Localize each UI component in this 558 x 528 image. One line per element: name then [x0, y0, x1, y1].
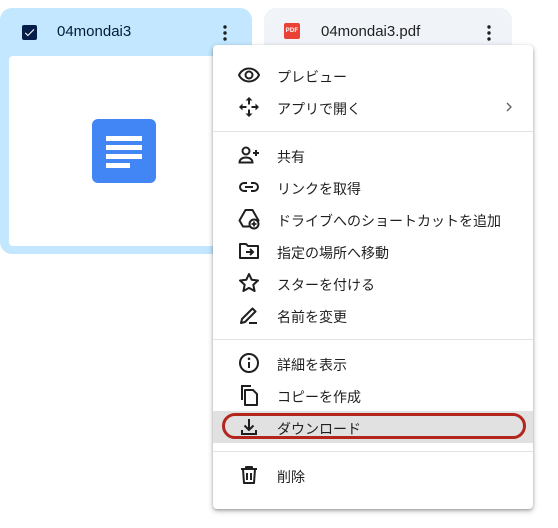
menu-item-label: スターを付ける — [277, 277, 375, 293]
move-folder-icon — [237, 239, 261, 263]
menu-item-label: リンクを取得 — [277, 181, 361, 197]
drive-shortcut-icon — [237, 207, 261, 231]
menu-item-move[interactable]: 指定の場所へ移動 — [213, 235, 533, 267]
menu-item-label: 詳細を表示 — [277, 357, 347, 373]
trash-icon — [237, 463, 261, 487]
file-thumbnail[interactable] — [9, 56, 243, 246]
menu-item-open-with[interactable]: アプリで開く — [213, 91, 533, 123]
file-name: 04mondai3 — [57, 23, 132, 40]
menu-item-label: コピーを作成 — [277, 389, 361, 405]
eye-icon — [237, 63, 261, 87]
menu-item-share[interactable]: 共有 — [213, 139, 533, 171]
google-docs-icon — [92, 119, 156, 183]
menu-item-preview[interactable]: プレビュー — [213, 59, 533, 91]
menu-divider — [213, 339, 533, 340]
open-with-icon — [237, 95, 261, 119]
menu-item-label: プレビュー — [277, 69, 347, 85]
copy-icon — [237, 383, 261, 407]
menu-item-details[interactable]: 詳細を表示 — [213, 347, 533, 379]
menu-item-label: アプリで開く — [277, 101, 361, 117]
selection-checkbox[interactable] — [22, 25, 37, 40]
menu-item-label: 指定の場所へ移動 — [277, 245, 389, 261]
star-icon — [237, 271, 261, 295]
info-icon — [237, 351, 261, 375]
menu-item-get-link[interactable]: リンクを取得 — [213, 171, 533, 203]
menu-item-label: 削除 — [277, 469, 305, 485]
menu-item-delete[interactable]: 削除 — [213, 459, 533, 491]
file-name: 04mondai3.pdf — [321, 23, 421, 40]
more-vert-icon — [487, 25, 491, 41]
menu-item-label: 共有 — [277, 149, 305, 165]
check-icon — [24, 29, 35, 37]
menu-item-label: 名前を変更 — [277, 309, 347, 325]
more-actions-button[interactable] — [213, 21, 237, 45]
menu-item-label: ドライブへのショートカットを追加 — [277, 213, 501, 229]
context-menu: プレビュー アプリで開く 共有 リンクを取得 ドライブへのショートカットを追加 … — [213, 45, 533, 509]
annotation-highlight-ring — [222, 413, 526, 439]
menu-item-rename[interactable]: 名前を変更 — [213, 299, 533, 331]
chevron-right-icon — [506, 102, 512, 112]
pencil-icon — [237, 303, 261, 327]
pdf-icon: PDF — [284, 23, 300, 39]
menu-divider — [213, 131, 533, 132]
menu-divider — [213, 451, 533, 452]
more-vert-icon — [223, 25, 227, 41]
menu-item-star[interactable]: スターを付ける — [213, 267, 533, 299]
person-add-icon — [237, 143, 261, 167]
menu-item-make-copy[interactable]: コピーを作成 — [213, 379, 533, 411]
menu-item-add-shortcut[interactable]: ドライブへのショートカットを追加 — [213, 203, 533, 235]
link-icon — [237, 175, 261, 199]
more-actions-button[interactable] — [477, 21, 501, 45]
